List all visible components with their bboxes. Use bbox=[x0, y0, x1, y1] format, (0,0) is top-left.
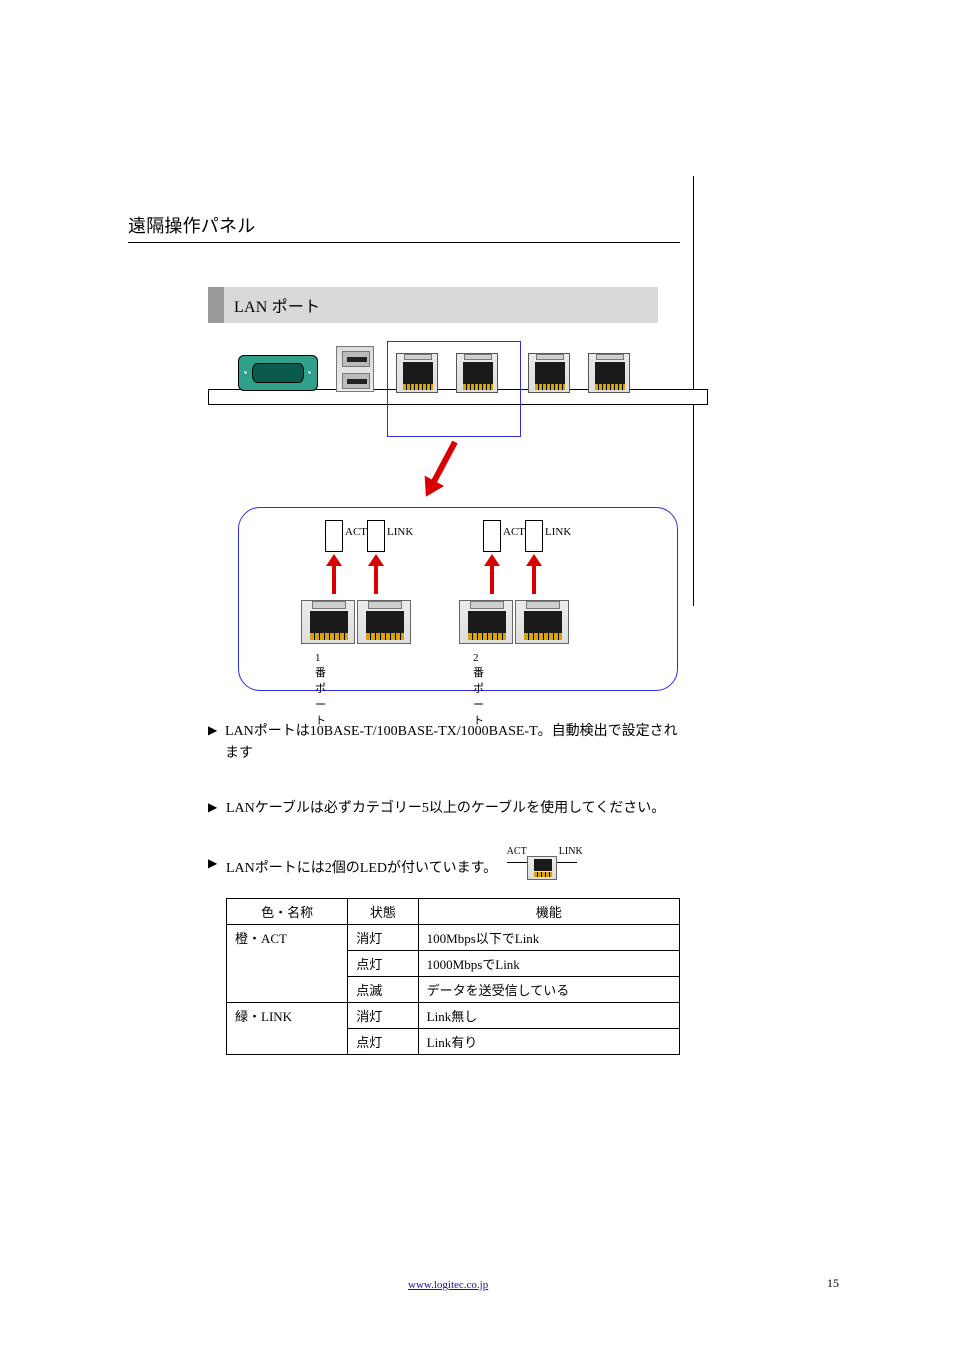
serial-port-icon bbox=[238, 355, 318, 391]
bullet-text-1: LANポートは10BASE-T/100BASE-TX/1000BASE-T。自動… bbox=[225, 721, 678, 764]
list-item: ▶ LANポートには2個のLEDが付いています。 ACT LINK bbox=[208, 854, 678, 884]
rj45-port-1-icon bbox=[396, 353, 438, 393]
arrow-up-icon bbox=[529, 554, 539, 594]
led-label-act-1: ACT bbox=[345, 526, 367, 538]
th-color: 色・名称 bbox=[227, 899, 348, 925]
rj45-port-2-icon bbox=[456, 353, 498, 393]
port1-label: 1番ポート bbox=[315, 652, 326, 728]
rj45-detail-1b bbox=[357, 600, 411, 644]
mini-act-label: ACT bbox=[507, 844, 527, 860]
back-panel-figure bbox=[208, 341, 710, 409]
func-cell: 100Mbps以下でLink bbox=[418, 925, 679, 951]
led-box-act-2 bbox=[483, 520, 501, 552]
func-cell: データを送受信している bbox=[418, 977, 679, 1003]
footer-link[interactable]: www.logitec.co.jp bbox=[408, 1279, 488, 1291]
arrow-down-icon bbox=[420, 439, 461, 500]
bullet-text-2: LANケーブルは必ずカテゴリー5以上のケーブルを使用してください。 bbox=[226, 798, 665, 820]
title-underline bbox=[128, 242, 680, 243]
lan-mini-figure: ACT LINK bbox=[507, 854, 577, 884]
rj45-detail-2a bbox=[459, 600, 513, 644]
state-cell: 点灯 bbox=[348, 1029, 418, 1055]
func-cell: Link有り bbox=[418, 1029, 679, 1055]
led-label-link-1: LINK bbox=[387, 526, 413, 538]
led-label-act-2: ACT bbox=[503, 526, 525, 538]
func-cell: Link無し bbox=[418, 1003, 679, 1029]
usb-stack-icon bbox=[336, 346, 374, 392]
table-row: 緑・LINK 消灯 Link無し bbox=[227, 1003, 680, 1029]
page-number: 15 bbox=[827, 1276, 839, 1291]
rj45-port-4-icon bbox=[588, 353, 630, 393]
th-state: 状態 bbox=[348, 899, 418, 925]
bullet-text-3: LANポートには2個のLEDが付いています。 ACT LINK bbox=[226, 854, 577, 884]
th-func: 機能 bbox=[418, 899, 679, 925]
group-cell-act: 橙・ACT bbox=[227, 925, 348, 1003]
section-band: LAN ポート bbox=[208, 287, 658, 323]
triangle-bullet-icon: ▶ bbox=[208, 854, 226, 884]
bullet-list: ▶ LANポートは10BASE-T/100BASE-TX/1000BASE-T。… bbox=[208, 721, 678, 884]
arrow-up-icon bbox=[371, 554, 381, 594]
list-item: ▶ LANケーブルは必ずカテゴリー5以上のケーブルを使用してください。 bbox=[208, 798, 678, 820]
doc-title: 遠隔操作パネル bbox=[128, 212, 682, 238]
func-cell: 1000MbpsでLink bbox=[418, 951, 679, 977]
arrow-up-icon bbox=[329, 554, 339, 594]
led-box-act-1 bbox=[325, 520, 343, 552]
state-cell: 点灯 bbox=[348, 951, 418, 977]
led-box-link-1 bbox=[367, 520, 385, 552]
state-cell: 点滅 bbox=[348, 977, 418, 1003]
led-status-table: 色・名称 状態 機能 橙・ACT 消灯 100Mbps以下でLink 点灯 10… bbox=[226, 898, 680, 1055]
arrow-up-icon bbox=[487, 554, 497, 594]
port2-label: 2番ポート bbox=[473, 652, 484, 728]
list-item: ▶ LANポートは10BASE-T/100BASE-TX/1000BASE-T。… bbox=[208, 721, 678, 764]
state-cell: 消灯 bbox=[348, 925, 418, 951]
mini-link-label: LINK bbox=[559, 844, 583, 860]
led-label-link-2: LINK bbox=[545, 526, 571, 538]
rj45-detail-1a bbox=[301, 600, 355, 644]
triangle-bullet-icon: ▶ bbox=[208, 798, 226, 820]
band-accent bbox=[208, 287, 224, 323]
rj45-detail-2b bbox=[515, 600, 569, 644]
lan-detail-bubble: ACT LINK 1番ポート ACT LINK 2番ポート bbox=[238, 507, 678, 691]
bullet-text-3-text: LANポートには2個のLEDが付いています。 bbox=[226, 861, 497, 876]
state-cell: 消灯 bbox=[348, 1003, 418, 1029]
table-row: 橙・ACT 消灯 100Mbps以下でLink bbox=[227, 925, 680, 951]
rj45-port-3-icon bbox=[528, 353, 570, 393]
triangle-bullet-icon: ▶ bbox=[208, 721, 225, 764]
led-box-link-2 bbox=[525, 520, 543, 552]
group-cell-link: 緑・LINK bbox=[227, 1003, 348, 1055]
section-heading: LAN ポート bbox=[224, 287, 658, 323]
